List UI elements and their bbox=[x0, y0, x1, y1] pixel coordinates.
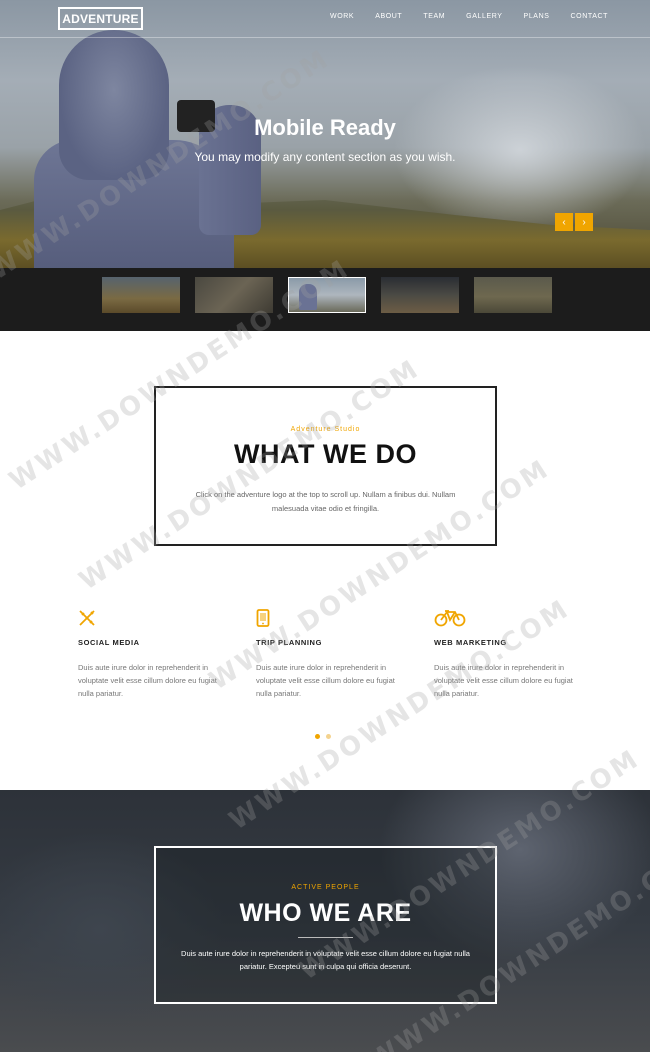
feature-text: Duis aute irure dolor in reprehenderit i… bbox=[78, 663, 217, 698]
feature-text: Duis aute irure dolor in reprehenderit i… bbox=[256, 663, 395, 698]
feature-social-media: SOCIAL MEDIA Duis aute irure dolor in re… bbox=[78, 607, 228, 700]
pencil-ruler-icon bbox=[78, 607, 228, 629]
slider-next-button[interactable]: › bbox=[575, 213, 593, 231]
hero-subtitle: You may modify any content section as yo… bbox=[194, 150, 456, 164]
nav-contact[interactable]: CONTACT bbox=[571, 13, 609, 20]
nav-plans[interactable]: PLANS bbox=[524, 13, 550, 20]
chevron-right-icon: › bbox=[582, 216, 586, 228]
hero-slider: ADVENTURE WORK ABOUT TEAM GALLERY PLANS … bbox=[0, 0, 650, 268]
feature-title: SOCIAL MEDIA bbox=[78, 638, 140, 647]
logo[interactable]: ADVENTURE bbox=[58, 7, 143, 30]
hero-title: Mobile Ready bbox=[254, 115, 396, 140]
nav-work[interactable]: WORK bbox=[330, 13, 354, 20]
chevron-left-icon: ‹ bbox=[562, 216, 566, 228]
carousel-dots bbox=[315, 734, 337, 739]
top-navbar: ADVENTURE WORK ABOUT TEAM GALLERY PLANS … bbox=[0, 0, 650, 38]
nav-about[interactable]: ABOUT bbox=[375, 13, 402, 20]
carousel-dot-2[interactable] bbox=[326, 734, 331, 739]
nav-gallery[interactable]: GALLERY bbox=[466, 13, 502, 20]
nav-team[interactable]: TEAM bbox=[423, 13, 445, 20]
main-nav: WORK ABOUT TEAM GALLERY PLANS CONTACT bbox=[330, 13, 629, 20]
carousel-dot-1[interactable] bbox=[315, 734, 320, 739]
slider-prev-button[interactable]: ‹ bbox=[555, 213, 573, 231]
who-we-are-section: ACTIVE PEOPLE WHO WE ARE Duis aute irure… bbox=[0, 790, 650, 1052]
section-title: WHO WE ARE bbox=[239, 899, 412, 927]
thumbnail-1[interactable] bbox=[102, 277, 180, 313]
thumbnail-4[interactable] bbox=[381, 277, 459, 313]
thumbnail-5[interactable] bbox=[474, 277, 552, 313]
